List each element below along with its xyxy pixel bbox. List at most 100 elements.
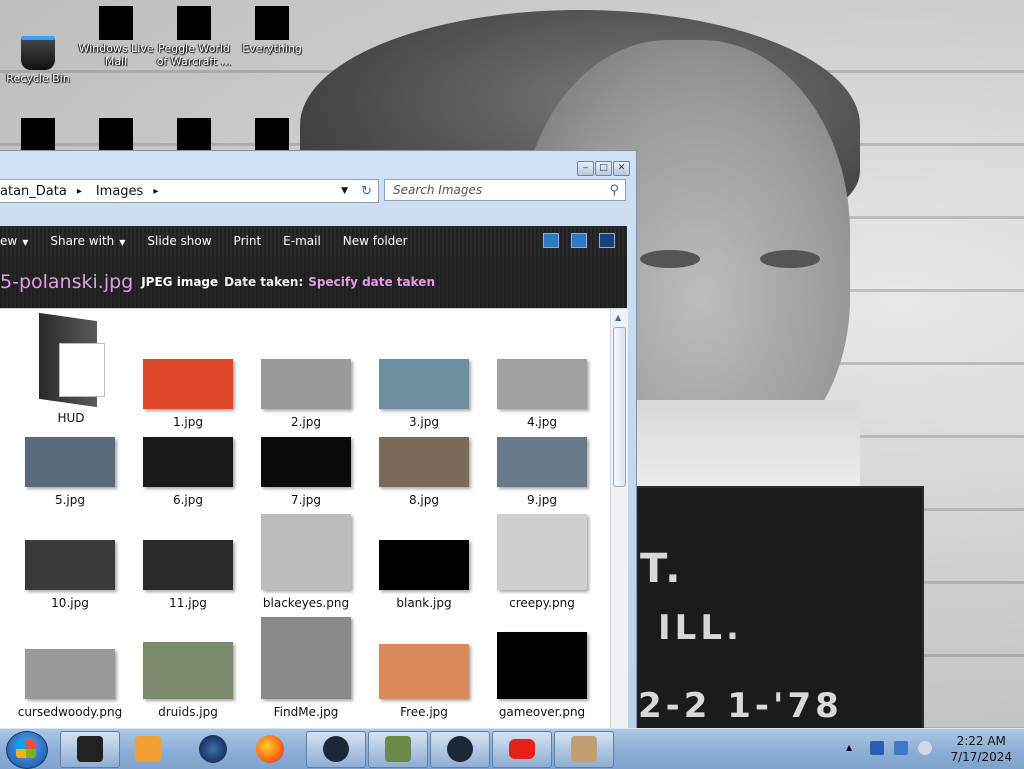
scrollbar-thumb[interactable] <box>613 327 626 487</box>
desktop-icon-peggle[interactable]: Peggle World of Warcraft ... <box>156 6 232 68</box>
chevron-up-icon[interactable]: ▲ <box>846 743 852 752</box>
file-item[interactable]: blank.jpg <box>369 540 479 610</box>
image-thumbnail <box>261 359 351 409</box>
image-thumbnail <box>25 540 115 590</box>
file-item[interactable]: 3.jpg <box>369 359 479 429</box>
taskbar-button-steam[interactable] <box>306 731 366 768</box>
file-label: cursedwoody.png <box>17 705 123 719</box>
image-thumbnail <box>143 642 233 699</box>
date-taken-value[interactable]: Specify date taken <box>308 275 435 289</box>
file-item[interactable]: 11.jpg <box>133 540 243 610</box>
image-thumbnail <box>25 437 115 487</box>
image-thumbnail <box>261 514 351 590</box>
explorer-window: ‒ □ ✕ atan_Data ▸ Images ▸ ▼ ↻ Search Im… <box>0 150 637 730</box>
browser-icon <box>21 118 55 150</box>
file-item[interactable]: 10.jpg <box>15 540 125 610</box>
taskbar-button-game[interactable] <box>368 731 428 768</box>
chevron-down-icon[interactable]: ▼ <box>341 186 348 196</box>
help-icon[interactable] <box>599 233 615 248</box>
close-icon[interactable]: ✕ <box>613 161 630 176</box>
email-button[interactable]: E-mail <box>283 234 321 248</box>
image-thumbnail <box>261 437 351 487</box>
chevron-right-icon[interactable]: ▸ <box>77 186 82 197</box>
taskbar-button-explorer[interactable] <box>60 731 120 768</box>
file-item[interactable]: 6.jpg <box>133 437 243 507</box>
app-icon <box>255 118 289 150</box>
refresh-icon[interactable]: ↻ <box>361 184 372 199</box>
slide-show-button[interactable]: Slide show <box>147 234 211 248</box>
folder-icon <box>39 312 105 408</box>
taskbar-button-firefox[interactable] <box>254 733 286 765</box>
file-label: 6.jpg <box>172 493 204 507</box>
taskbar-button-media[interactable] <box>132 733 164 765</box>
minimize-icon[interactable]: ‒ <box>577 161 594 176</box>
start-button[interactable] <box>6 731 48 769</box>
change-view-icon[interactable] <box>543 233 559 248</box>
file-label: gameover.png <box>498 705 586 719</box>
vertical-scrollbar[interactable]: ▲ <box>610 309 628 729</box>
search-input[interactable]: Search Images ⚲ <box>384 179 626 201</box>
folder-icon <box>77 736 103 762</box>
command-bar: ew ▼ Share with ▼ Slide show Print E-mail … <box>0 226 627 256</box>
image-thumbnail <box>379 644 469 699</box>
file-item[interactable]: 4.jpg <box>487 359 597 429</box>
file-item[interactable]: 1.jpg <box>133 359 243 429</box>
print-button[interactable]: Print <box>234 234 262 248</box>
desktop-icon-browser[interactable] <box>0 118 76 152</box>
desktop-icon-app[interactable] <box>78 118 154 152</box>
file-label: 9.jpg <box>526 493 558 507</box>
network-icon[interactable] <box>894 741 908 755</box>
file-label: 2.jpg <box>290 415 322 429</box>
breadcrumb-item[interactable]: atan_Data <box>0 184 67 199</box>
window-titlebar[interactable]: ‒ □ ✕ <box>0 151 636 177</box>
file-item[interactable]: 7.jpg <box>251 437 361 507</box>
new-folder-button[interactable]: New folder <box>343 234 408 248</box>
file-item[interactable]: 9.jpg <box>487 437 597 507</box>
file-item[interactable]: 2.jpg <box>251 359 361 429</box>
file-label: 7.jpg <box>290 493 322 507</box>
file-list: HUD 1.jpg 2.jpg 3.jpg 4.jpg 5.jpg 6.jpg <box>0 309 610 729</box>
file-item[interactable]: creepy.png <box>487 514 597 610</box>
image-thumbnail <box>497 359 587 409</box>
share-with-button[interactable]: Share with ▼ <box>50 234 125 248</box>
image-thumbnail <box>379 437 469 487</box>
desktop-icon-everything[interactable]: Everything <box>234 6 310 55</box>
image-thumbnail <box>261 617 351 699</box>
desktop-icon-recycle-bin[interactable]: Recycle Bin <box>0 6 76 85</box>
desktop-icon-app[interactable] <box>156 118 232 152</box>
image-thumbnail <box>497 514 587 590</box>
taskbar-button-steam[interactable] <box>430 731 490 768</box>
file-label: 11.jpg <box>169 596 207 610</box>
desktop-icon-windows-live-mail[interactable]: Windows Live Mail <box>78 6 154 68</box>
scroll-up-icon[interactable]: ▲ <box>615 313 621 322</box>
file-item[interactable]: gameover.png <box>487 632 597 719</box>
file-item[interactable]: Free.jpg <box>369 644 479 719</box>
taskbar-button-app[interactable] <box>554 731 614 768</box>
view-menu-button[interactable]: ew ▼ <box>0 234 28 248</box>
address-bar[interactable]: atan_Data ▸ Images ▸ ▼ ↻ <box>0 179 379 203</box>
file-label: 10.jpg <box>51 596 89 610</box>
file-item[interactable]: cursedwoody.png <box>15 649 125 719</box>
desktop-icon-app[interactable] <box>234 118 310 152</box>
preview-pane-icon[interactable] <box>571 233 587 248</box>
breadcrumb-item[interactable]: Images <box>96 184 144 199</box>
app-icon <box>177 118 211 150</box>
maximize-icon[interactable]: □ <box>595 161 612 176</box>
file-item[interactable]: 8.jpg <box>369 437 479 507</box>
file-item[interactable]: FindMe.jpg <box>251 617 361 719</box>
clock-date: 7/17/2024 <box>950 750 1012 764</box>
tray-app-icon[interactable] <box>870 741 884 755</box>
file-item[interactable]: 5.jpg <box>15 437 125 507</box>
folder-item-hud[interactable]: HUD <box>16 312 126 425</box>
chevron-down-icon: ▼ <box>22 238 29 247</box>
file-label: 3.jpg <box>408 415 440 429</box>
volume-icon[interactable] <box>918 741 932 755</box>
file-item[interactable]: blackeyes.png <box>251 514 361 610</box>
taskbar-button-app[interactable] <box>197 733 229 765</box>
chevron-right-icon[interactable]: ▸ <box>153 186 158 197</box>
file-label: 1.jpg <box>172 415 204 429</box>
taskbar-button-youtube[interactable] <box>492 731 552 768</box>
search-icon[interactable]: ⚲ <box>609 183 619 198</box>
clock[interactable]: 2:22 AM 7/17/2024 <box>950 733 1012 765</box>
file-item[interactable]: druids.jpg <box>133 642 243 719</box>
